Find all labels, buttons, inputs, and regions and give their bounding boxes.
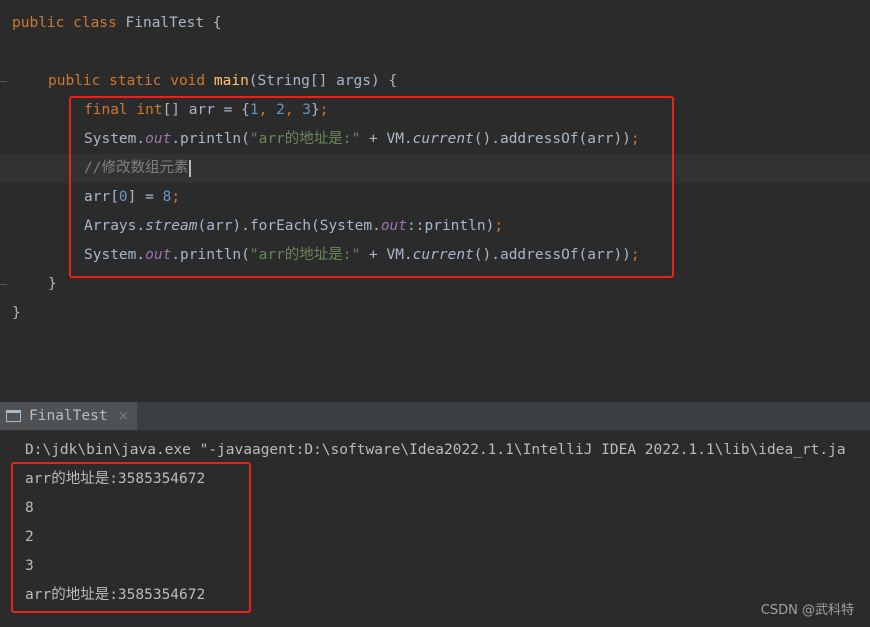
highlight-box-code	[69, 96, 674, 278]
fold-marker-icon[interactable]	[0, 284, 7, 285]
closing-brace: }	[12, 305, 21, 321]
run-panel: FinalTest × D:\jdk\bin\java.exe "-javaag…	[0, 402, 870, 627]
highlight-box-output	[11, 462, 251, 613]
code-line-2[interactable]	[0, 38, 870, 67]
tab-label: FinalTest	[29, 408, 108, 424]
watermark: CSDN @武科特	[760, 603, 854, 618]
code-token: public class	[12, 15, 126, 31]
console-command-line: D:\jdk\bin\java.exe "-javaagent:D:\softw…	[25, 442, 846, 458]
console-icon	[6, 410, 21, 422]
code-editor[interactable]: public class FinalTest { public static v…	[0, 0, 870, 402]
code-line-3[interactable]: public static void main(String[] args) {	[0, 67, 870, 96]
code-token: (String[] args) {	[248, 73, 398, 89]
code-token: main	[213, 73, 249, 89]
fold-marker-icon[interactable]	[0, 81, 7, 82]
closing-brace: }	[48, 276, 57, 292]
code-token: public static void	[48, 73, 214, 89]
run-tab-bar: FinalTest ×	[0, 402, 870, 431]
code-line-11[interactable]: }	[0, 299, 870, 328]
code-token: FinalTest {	[125, 15, 222, 31]
tab-finaltest[interactable]: FinalTest ×	[0, 402, 138, 430]
code-line-1[interactable]: public class FinalTest {	[0, 9, 870, 38]
close-icon[interactable]: ×	[118, 408, 130, 424]
